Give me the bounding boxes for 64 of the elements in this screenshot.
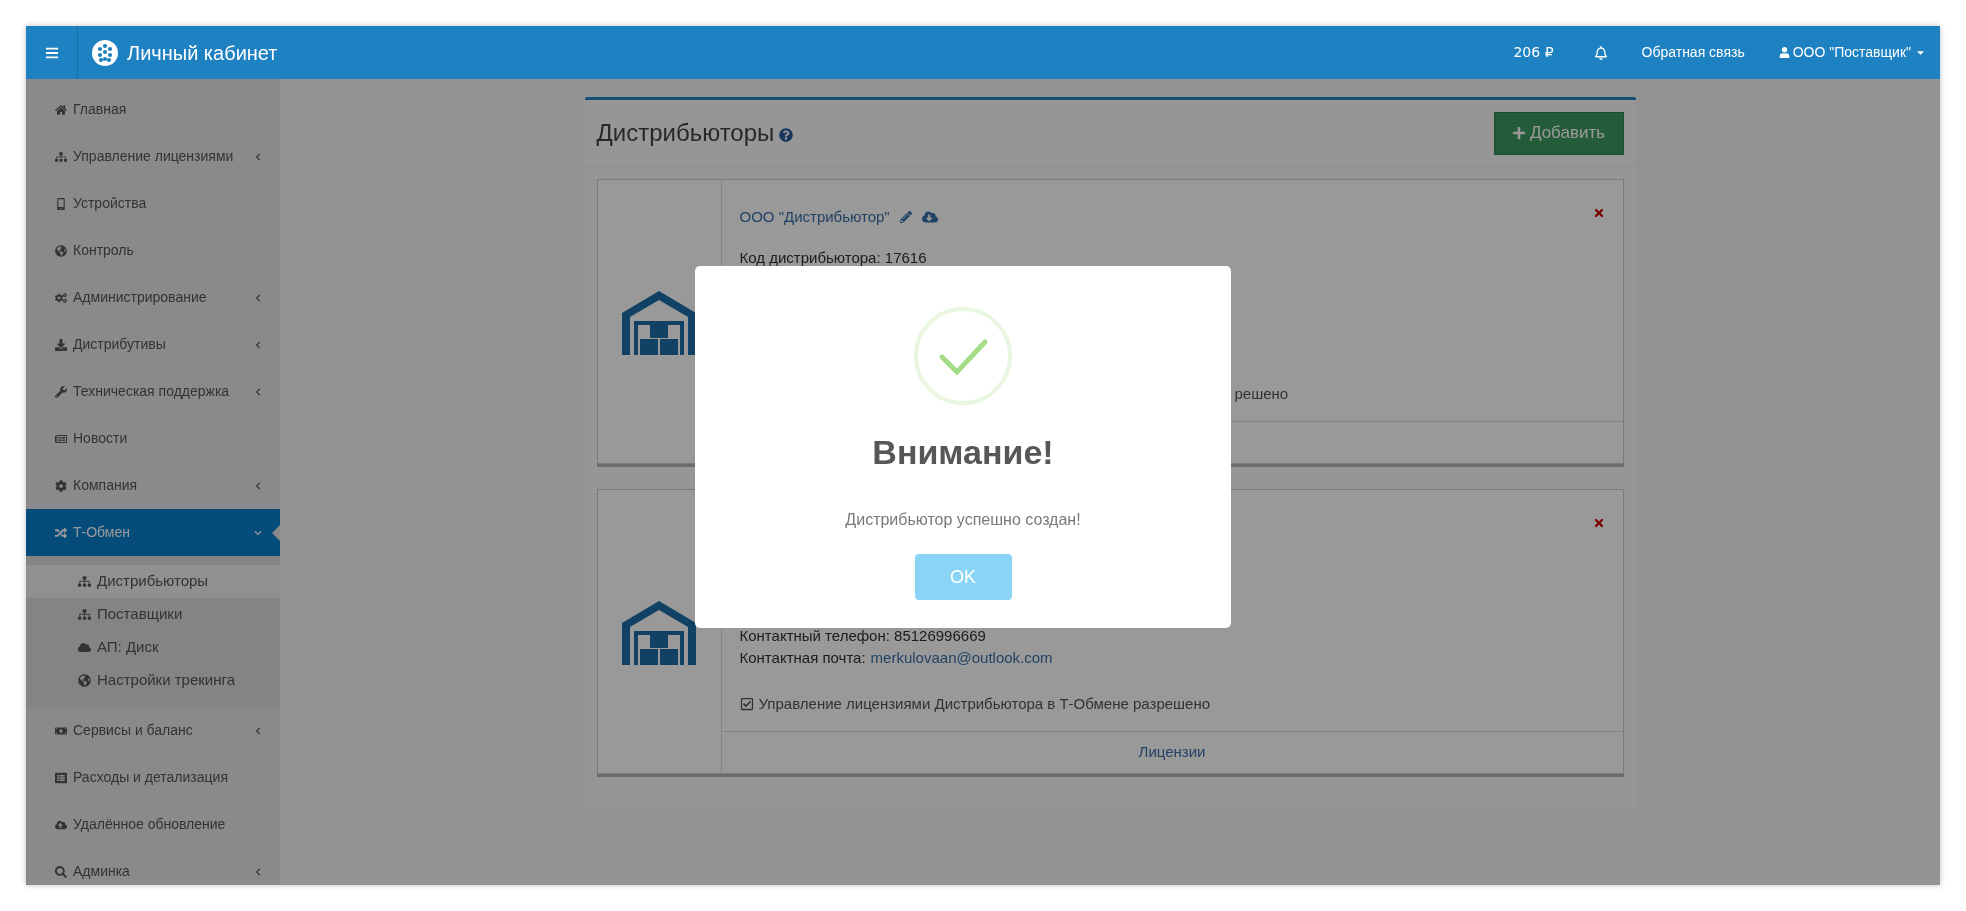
- pencil-icon[interactable]: [899, 211, 912, 223]
- sidebar-item[interactable]: Компания: [26, 462, 280, 509]
- contact-email-link[interactable]: merkulovaan@outlook.com: [870, 646, 1053, 670]
- list-icon: [55, 771, 67, 784]
- home-icon: [55, 103, 67, 116]
- sitemap-icon: [55, 150, 67, 163]
- cloud-download-icon[interactable]: [921, 209, 938, 225]
- sidebar-item[interactable]: Админка: [26, 848, 280, 885]
- checkbox[interactable]: [739, 697, 754, 711]
- sidebar-item[interactable]: Управление лицензиями: [26, 133, 280, 180]
- sidebar-item[interactable]: Новости: [26, 415, 280, 462]
- delete-icon[interactable]: [1592, 207, 1605, 219]
- sidebar-item[interactable]: Удалённое обновление: [26, 801, 280, 848]
- contact-email-label: Контактная почта:: [739, 647, 866, 668]
- newspaper-icon: [55, 432, 67, 445]
- sidebar-item[interactable]: Техническая поддержка: [26, 368, 280, 415]
- user-menu[interactable]: ООО "Поставщик": [1778, 42, 1926, 63]
- submenu-item[interactable]: Поставщики: [26, 598, 280, 631]
- submenu-item[interactable]: АП: Диск: [26, 631, 280, 664]
- globe-icon: [55, 244, 67, 257]
- licenses-link[interactable]: Лицензии: [1138, 741, 1206, 764]
- plus-icon: [1511, 126, 1526, 140]
- sidebar-item[interactable]: Сервисы и баланс: [26, 707, 280, 754]
- cloud-icon: [78, 641, 91, 654]
- feedback-link[interactable]: Обратная связь: [1641, 42, 1745, 63]
- sitemap-icon: [78, 608, 91, 621]
- wrench-icon: [55, 385, 67, 398]
- sidebar-item[interactable]: Т-Обмен: [26, 509, 280, 556]
- gears-icon: [55, 291, 67, 304]
- search-icon: [55, 865, 67, 878]
- sidebar-item[interactable]: Главная: [26, 86, 280, 133]
- user-icon: [1778, 47, 1790, 58]
- distributor-name-link[interactable]: ООО "Дистрибьютор": [739, 205, 890, 229]
- download-icon: [55, 338, 67, 351]
- sidebar-item[interactable]: Контроль: [26, 227, 280, 274]
- sidebar-item[interactable]: Администрирование: [26, 274, 280, 321]
- alert-title: Внимание!: [872, 432, 1054, 473]
- sidebar-item[interactable]: Расходы и детализация: [26, 754, 280, 801]
- submenu-item[interactable]: Настройки трекинга: [26, 664, 280, 697]
- sidebar-item[interactable]: Дистрибутивы: [26, 321, 280, 368]
- delete-icon[interactable]: [1592, 517, 1605, 529]
- sidebar-item[interactable]: Устройства: [26, 180, 280, 227]
- banknote-icon: [55, 724, 67, 737]
- submenu-item[interactable]: Дистрибьюторы: [26, 565, 280, 598]
- permission-label: Управление лицензиями Дистрибьютора в Т-Обмене разрешено: [758, 693, 1211, 714]
- success-check-icon: [914, 307, 1012, 405]
- distributor-code: Код дистрибьютора: 17616: [739, 248, 927, 268]
- permission-label: решено: [1234, 383, 1289, 404]
- gear-icon: [55, 479, 67, 492]
- alert-message: Дистрибьютор успешно создан!: [845, 510, 1081, 530]
- add-button[interactable]: Добавить: [1493, 111, 1624, 155]
- menu-icon[interactable]: [44, 45, 59, 60]
- balance[interactable]: 206 ₽: [1513, 42, 1554, 63]
- bell-icon[interactable]: [1593, 45, 1608, 60]
- app-title: Личный кабинет: [127, 40, 278, 66]
- logo-icon: [92, 39, 118, 66]
- shuffle-icon: [55, 526, 67, 539]
- help-icon[interactable]: [779, 128, 794, 142]
- cloud-upload-icon: [55, 818, 67, 831]
- globe-icon: [78, 674, 91, 687]
- sitemap-icon: [78, 575, 91, 588]
- contact-phone: Контактный телефон: 85126996669: [739, 626, 986, 646]
- panel-title: Дистрибьюторы: [596, 118, 775, 148]
- phone-icon: [55, 197, 67, 210]
